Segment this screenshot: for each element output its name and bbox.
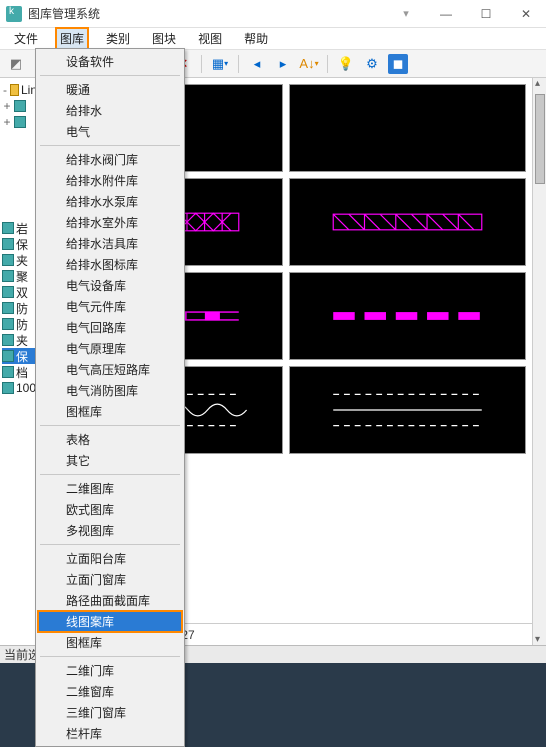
menu-item[interactable]: 暖通 bbox=[38, 79, 182, 100]
menu-item[interactable]: 路径曲面截面库 bbox=[38, 590, 182, 611]
menu-item[interactable]: 二维窗库 bbox=[38, 681, 182, 702]
scroll-thumb[interactable] bbox=[535, 94, 545, 184]
menu-file[interactable]: 文件 bbox=[10, 28, 42, 49]
tree-item[interactable]: 档 bbox=[2, 364, 37, 380]
tree-item[interactable]: 防 bbox=[2, 300, 37, 316]
menu-item[interactable]: 给排水图标库 bbox=[38, 254, 182, 275]
menu-item[interactable]: 栏杆库 bbox=[38, 723, 182, 744]
menu-item[interactable]: 电气 bbox=[38, 121, 182, 142]
menu-item[interactable]: 电气回路库 bbox=[38, 317, 182, 338]
toolbar-gear[interactable]: ⚙ bbox=[362, 54, 382, 74]
toolbar-back[interactable]: ◂ bbox=[247, 54, 267, 74]
folder-icon bbox=[10, 84, 19, 96]
menu-item[interactable]: 表格 bbox=[38, 429, 182, 450]
minimize-button[interactable] bbox=[426, 0, 466, 28]
toolbar-bulb[interactable]: 💡 bbox=[336, 54, 356, 74]
menu-block[interactable]: 图块 bbox=[148, 28, 180, 49]
menu-item[interactable]: 给排水水泵库 bbox=[38, 191, 182, 212]
menu-item[interactable]: 电气元件库 bbox=[38, 296, 182, 317]
menu-item[interactable]: 线图案库 bbox=[38, 611, 182, 632]
tree-item[interactable]: 双 bbox=[2, 284, 37, 300]
toolbar-box[interactable]: ◼ bbox=[388, 54, 408, 74]
menu-view[interactable]: 视图 bbox=[194, 28, 226, 49]
menu-item[interactable]: 给排水洁具库 bbox=[38, 233, 182, 254]
app-icon bbox=[6, 6, 22, 22]
toolbar-unknown-1[interactable]: ◩ bbox=[6, 54, 26, 74]
tree-item[interactable]: 夹 bbox=[2, 332, 37, 348]
tree-item[interactable]: 保 bbox=[2, 236, 37, 252]
tree-item[interactable]: + bbox=[2, 114, 37, 130]
tree-panel: - Lin + + 岩 保 夹 聚 双 防 防 夹 保 档 100 bbox=[0, 78, 40, 645]
menu-item[interactable]: 立面门窗库 bbox=[38, 569, 182, 590]
menubar: 文件 图库 类别 图块 视图 帮助 bbox=[0, 28, 546, 50]
titlebar-dropdown[interactable] bbox=[386, 0, 426, 28]
tree-item[interactable]: 100 bbox=[2, 380, 37, 396]
maximize-button[interactable] bbox=[466, 0, 506, 28]
toolbar-sort[interactable]: A↓▾ bbox=[299, 54, 319, 74]
menu-item[interactable]: 图框库 bbox=[38, 401, 182, 422]
close-button[interactable] bbox=[506, 0, 546, 28]
menu-item[interactable]: 立面阳台库 bbox=[38, 548, 182, 569]
menu-library[interactable]: 图库 bbox=[56, 28, 88, 49]
menu-separator bbox=[40, 474, 180, 475]
menu-separator bbox=[40, 544, 180, 545]
pattern-thumb[interactable] bbox=[289, 272, 526, 360]
menu-item[interactable]: 欧式图库 bbox=[38, 499, 182, 520]
toolbar-grid[interactable]: ▦▾ bbox=[210, 54, 230, 74]
menu-help[interactable]: 帮助 bbox=[240, 28, 272, 49]
titlebar: 图库管理系统 bbox=[0, 0, 546, 28]
menu-item[interactable]: 其它 bbox=[38, 450, 182, 471]
tree-item[interactable]: 夹 bbox=[2, 252, 37, 268]
menu-separator bbox=[40, 656, 180, 657]
node-icon bbox=[14, 116, 26, 128]
tree-root[interactable]: - Lin bbox=[2, 82, 37, 98]
tree-item[interactable]: + bbox=[2, 98, 37, 114]
tree-item[interactable]: 岩 bbox=[2, 220, 37, 236]
menu-item[interactable]: 二维图库 bbox=[38, 478, 182, 499]
menu-item[interactable]: 电气原理库 bbox=[38, 338, 182, 359]
menu-item[interactable]: 图框库 bbox=[38, 632, 182, 653]
menu-item[interactable]: 给排水室外库 bbox=[38, 212, 182, 233]
menu-item[interactable]: 电气消防图库 bbox=[38, 380, 182, 401]
menu-separator bbox=[40, 75, 180, 76]
pattern-thumb[interactable] bbox=[289, 366, 526, 454]
menu-separator bbox=[40, 425, 180, 426]
menu-item[interactable]: 电气高压短路库 bbox=[38, 359, 182, 380]
menu-item[interactable]: 给排水 bbox=[38, 100, 182, 121]
tree-item[interactable]: 聚 bbox=[2, 268, 37, 284]
pattern-thumb[interactable] bbox=[289, 178, 526, 266]
tree-item-selected[interactable]: 保 bbox=[2, 348, 37, 364]
toolbar-fwd[interactable]: ▸ bbox=[273, 54, 293, 74]
menu-category[interactable]: 类别 bbox=[102, 28, 134, 49]
node-icon bbox=[14, 100, 26, 112]
tree-item[interactable]: 防 bbox=[2, 316, 37, 332]
pattern-thumb[interactable] bbox=[289, 84, 526, 172]
menu-item[interactable]: 给排水阀门库 bbox=[38, 149, 182, 170]
menu-item[interactable]: 给排水附件库 bbox=[38, 170, 182, 191]
menu-separator bbox=[40, 145, 180, 146]
menu-item[interactable]: 三维门窗库 bbox=[38, 702, 182, 723]
menu-item[interactable]: 设备软件 bbox=[38, 51, 182, 72]
vertical-scrollbar[interactable] bbox=[532, 78, 546, 645]
menu-item[interactable]: 电气设备库 bbox=[38, 275, 182, 296]
library-dropdown: 设备软件暖通给排水电气给排水阀门库给排水附件库给排水水泵库给排水室外库给排水洁具… bbox=[35, 48, 185, 747]
window-title: 图库管理系统 bbox=[28, 5, 386, 22]
menu-item[interactable]: 多视图库 bbox=[38, 520, 182, 541]
menu-item[interactable]: 二维门库 bbox=[38, 660, 182, 681]
